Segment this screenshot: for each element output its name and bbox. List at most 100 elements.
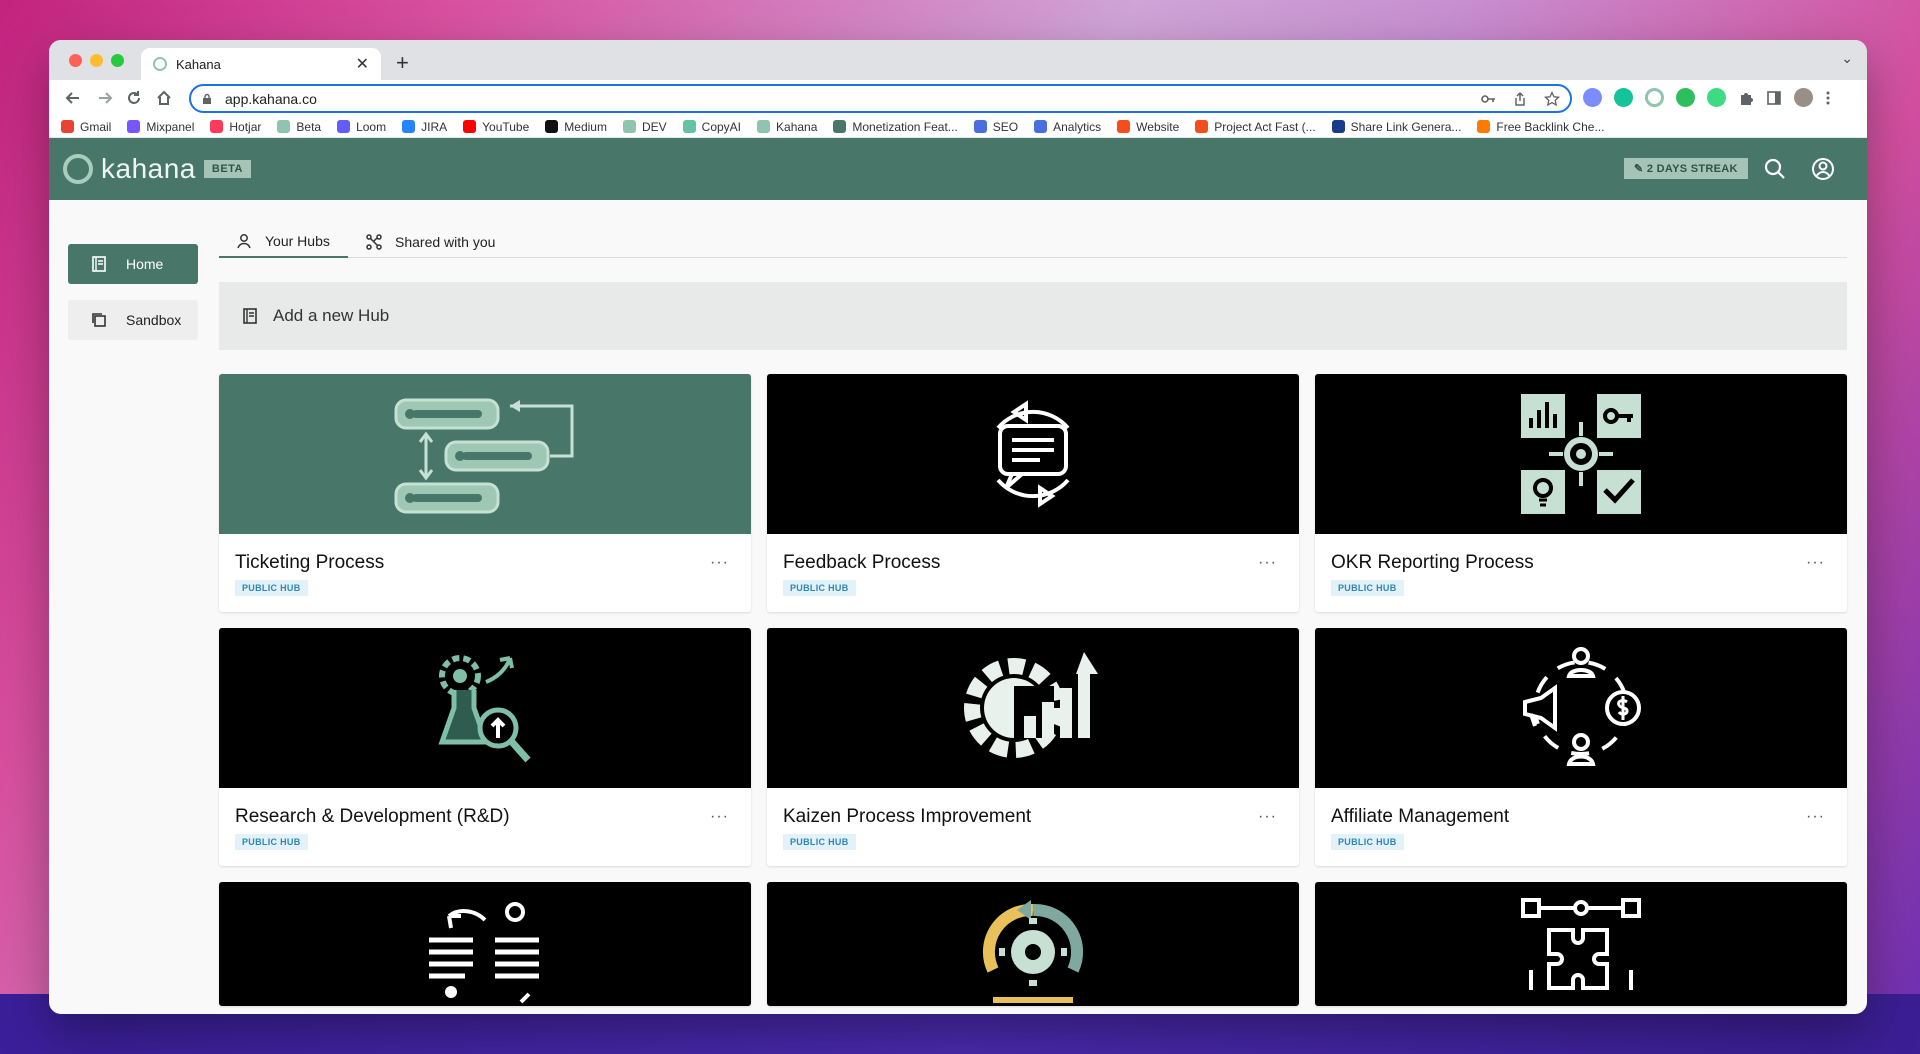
- bookmark-item[interactable]: Beta: [277, 120, 321, 134]
- bookmark-item[interactable]: Gmail: [61, 120, 111, 134]
- extension-icon[interactable]: [1583, 88, 1602, 107]
- evernote-icon[interactable]: [1676, 88, 1695, 107]
- bookmark-label: DEV: [641, 119, 667, 134]
- account-icon[interactable]: [1810, 156, 1836, 182]
- browser-window: Kahana ✕ + ⌄ app.kahana.co Gmail Mixpane…: [49, 40, 1867, 1014]
- hub-card[interactable]: Research & Development (R&D) PUBLIC HUB …: [219, 628, 751, 866]
- bookmark-favicon-icon: [1195, 120, 1209, 133]
- streak-label: 2 DAYS STREAK: [1646, 163, 1738, 175]
- bookmark-favicon-icon: [1034, 120, 1048, 133]
- tab-strip: Kahana ✕ + ⌄: [49, 40, 1867, 80]
- public-hub-badge: PUBLIC HUB: [235, 834, 308, 850]
- home-icon[interactable]: [149, 88, 179, 108]
- puzzle-icon[interactable]: [1738, 90, 1754, 106]
- bookmark-favicon-icon: [210, 120, 224, 133]
- back-icon[interactable]: [59, 88, 89, 108]
- bookmark-item[interactable]: Kahana: [757, 120, 817, 134]
- bookmark-label: Website: [1136, 119, 1180, 134]
- hub-tabs: Your Hubs Shared with you: [219, 226, 1847, 258]
- hub-card[interactable]: Affiliate Management PUBLIC HUB ···: [1315, 628, 1847, 866]
- address-bar[interactable]: app.kahana.co: [189, 84, 1572, 113]
- hub-image: [767, 374, 1299, 534]
- streak-badge[interactable]: ✎ 2 DAYS STREAK: [1624, 158, 1748, 179]
- bookmark-item[interactable]: Project Act Fast (...: [1195, 120, 1316, 134]
- bookmark-item[interactable]: YouTube: [463, 120, 529, 134]
- search-icon[interactable]: [1762, 156, 1788, 182]
- android-extension-icon[interactable]: [1707, 88, 1726, 107]
- key-icon[interactable]: [1480, 91, 1496, 107]
- bookmark-label: Mixpanel: [146, 119, 195, 134]
- more-options-button[interactable]: ···: [1806, 808, 1825, 826]
- bookmark-favicon-icon: [682, 120, 696, 133]
- bookmark-item[interactable]: SEO: [973, 120, 1018, 134]
- bookmark-item[interactable]: Medium: [545, 120, 607, 134]
- notebook-icon: [243, 308, 257, 324]
- kaizen-icon: [964, 652, 1098, 758]
- bookmark-favicon-icon: [545, 120, 559, 133]
- bookmark-favicon-icon: [127, 120, 141, 133]
- tab-close-icon[interactable]: ✕: [356, 54, 369, 74]
- hub-card[interactable]: [767, 882, 1299, 1006]
- bookmark-favicon-icon: [622, 120, 636, 133]
- maximize-window-button[interactable]: [111, 54, 124, 67]
- tab-your-hubs[interactable]: Your Hubs: [219, 226, 348, 258]
- bookmark-item[interactable]: CopyAI: [682, 119, 742, 134]
- hub-card[interactable]: [219, 882, 751, 1006]
- bookmark-item[interactable]: Monetization Feat...: [833, 119, 958, 134]
- public-hub-badge: PUBLIC HUB: [1331, 580, 1404, 596]
- more-options-button[interactable]: ···: [1258, 554, 1277, 572]
- more-options-button[interactable]: ···: [710, 554, 729, 572]
- bookmark-label: CopyAI: [701, 119, 742, 134]
- copy-icon: [92, 313, 106, 327]
- bookmark-item[interactable]: Free Backlink Che...: [1477, 120, 1604, 134]
- close-window-button[interactable]: [69, 54, 82, 67]
- bookmark-item[interactable]: Website: [1117, 120, 1179, 134]
- bookmark-label: Hotjar: [229, 119, 262, 134]
- hub-card[interactable]: Ticketing Process PUBLIC HUB ···: [219, 374, 751, 612]
- hub-card[interactable]: OKR Reporting Process PUBLIC HUB ···: [1315, 374, 1847, 612]
- browser-toolbar: app.kahana.co: [49, 80, 1867, 116]
- sidebar-item-sandbox[interactable]: Sandbox: [68, 300, 198, 340]
- bookmark-label: YouTube: [482, 119, 530, 134]
- grammarly-icon[interactable]: [1614, 88, 1633, 107]
- bookmark-item[interactable]: Hotjar: [210, 120, 261, 134]
- kahana-logo-icon: [63, 154, 93, 184]
- app-header: kahana BETA ✎ 2 DAYS STREAK: [49, 138, 1867, 200]
- more-options-button[interactable]: ···: [1806, 554, 1825, 572]
- bookmark-label: Kahana: [776, 119, 818, 134]
- hub-card[interactable]: Feedback Process PUBLIC HUB ···: [767, 374, 1299, 612]
- hub-card[interactable]: Kaizen Process Improvement PUBLIC HUB ··…: [767, 628, 1299, 866]
- bookmark-favicon-icon: [463, 120, 477, 133]
- bookmark-item[interactable]: DEV: [622, 119, 667, 134]
- forward-icon[interactable]: [89, 88, 119, 108]
- kahana-extension-icon[interactable]: [1645, 88, 1664, 107]
- reload-icon[interactable]: [119, 88, 149, 108]
- tab-search-button[interactable]: ⌄: [1841, 50, 1853, 67]
- add-hub-button[interactable]: Add a new Hub: [219, 282, 1847, 350]
- minimize-window-button[interactable]: [90, 54, 103, 67]
- hub-card[interactable]: [1315, 882, 1847, 1006]
- tab-title: Kahana: [176, 56, 221, 72]
- bookmark-item[interactable]: Loom: [337, 120, 386, 134]
- bookmark-favicon-icon: [402, 120, 416, 133]
- bookmark-item[interactable]: Share Link Genera...: [1331, 120, 1461, 134]
- more-options-button[interactable]: ···: [1258, 808, 1277, 826]
- sidebar-item-home[interactable]: Home: [68, 244, 198, 284]
- more-options-button[interactable]: ···: [710, 808, 729, 826]
- bookmark-item[interactable]: Analytics: [1034, 120, 1101, 134]
- side-panel-icon[interactable]: [1766, 90, 1782, 106]
- star-icon[interactable]: [1544, 90, 1560, 107]
- tab-label: Your Hubs: [265, 233, 330, 249]
- profile-avatar[interactable]: [1794, 88, 1813, 107]
- new-tab-button[interactable]: +: [396, 50, 409, 76]
- hub-title: Ticketing Process: [235, 552, 385, 573]
- bookmark-label: Monetization Feat...: [852, 119, 958, 134]
- bookmark-item[interactable]: Mixpanel: [127, 120, 194, 134]
- tab-shared-with-you[interactable]: Shared with you: [365, 226, 495, 258]
- menu-dots-icon[interactable]: [1825, 90, 1831, 106]
- bookmark-item[interactable]: JIRA: [402, 120, 447, 134]
- share-icon[interactable]: [1512, 91, 1528, 107]
- browser-tab[interactable]: Kahana ✕: [141, 48, 381, 80]
- bookmark-favicon-icon: [833, 120, 847, 133]
- okr-icon: [1521, 394, 1641, 514]
